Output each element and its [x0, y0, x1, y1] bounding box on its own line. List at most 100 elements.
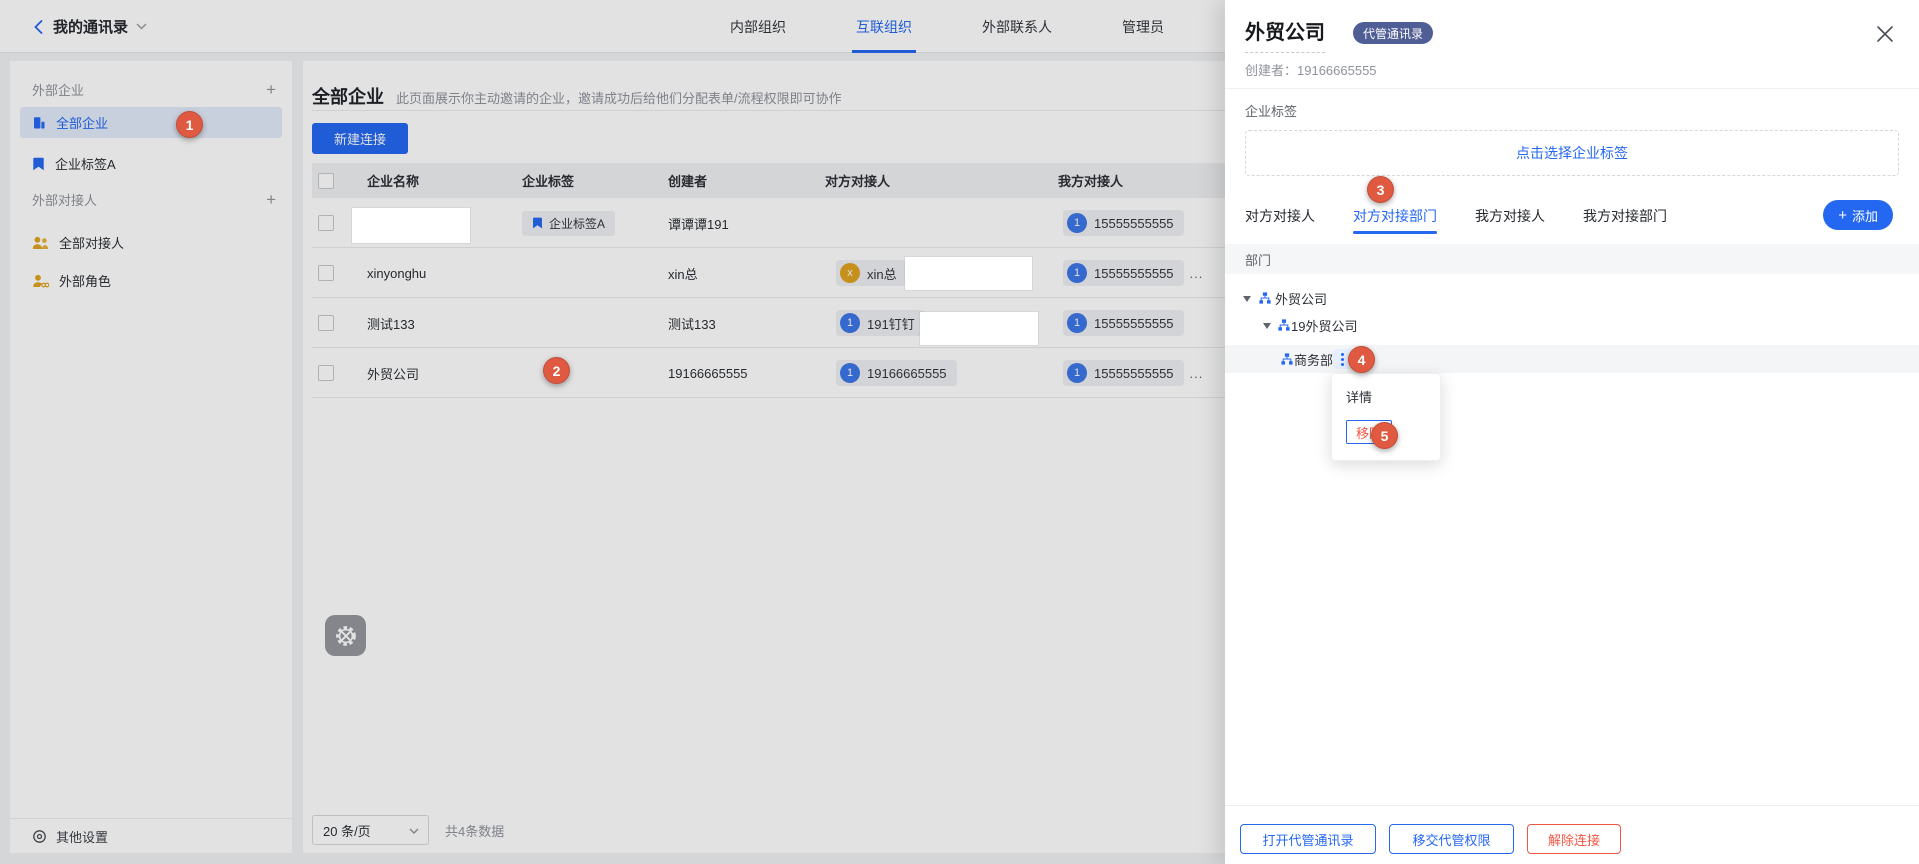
tab-internal-org[interactable]: 内部组织 — [730, 0, 786, 53]
avatar: 1 — [840, 363, 860, 383]
cell-creator: xin总 — [668, 248, 698, 298]
tree-node-selected[interactable]: 商务部 — [1225, 345, 1919, 373]
their-contact-chip: 1191钉钉 — [836, 310, 925, 336]
back-to-contacts[interactable]: 我的通讯录 — [32, 0, 147, 53]
col-our-contact: 我方对接人 — [1058, 163, 1123, 198]
department-icon — [1281, 353, 1293, 365]
collapse-caret-icon[interactable] — [1263, 323, 1271, 329]
tab-connected-org[interactable]: 互联组织 — [856, 0, 912, 53]
add-liaison-icon[interactable]: + — [266, 191, 276, 208]
tree-node-root[interactable]: 外贸公司 — [1225, 284, 1919, 312]
avatar: 1 — [1067, 313, 1087, 333]
sidebar-item-all-enterprises[interactable]: 全部企业 — [20, 107, 282, 138]
department-icon — [1259, 292, 1271, 304]
drawer-tab-bar: 对方对接人 对方对接部门 我方对接人 我方对接部门 — [1245, 198, 1667, 232]
close-icon — [1876, 25, 1894, 43]
person-role-icon — [32, 274, 49, 288]
open-managed-contacts-button[interactable]: 打开代管通讯录 — [1240, 824, 1376, 854]
annotation-badge-2: 2 — [543, 357, 570, 384]
avatar: 1 — [1067, 263, 1087, 283]
menu-item-detail[interactable]: 详情 — [1346, 387, 1372, 406]
page-title: 全部企业 — [312, 83, 384, 109]
sidebar-item-enterprise-tag-a[interactable]: 企业标签A — [20, 148, 282, 179]
table-row: 测试133 测试133 1191钉钉 115555555555 — [312, 298, 1225, 348]
collapse-caret-icon[interactable] — [1243, 296, 1251, 302]
tab-their-departments[interactable]: 对方对接部门 — [1353, 198, 1437, 232]
pagination-bar: 20 条/页 共4条数据 — [312, 815, 504, 845]
annotation-badge-5: 5 — [1371, 422, 1398, 449]
cell-creator: 谭谭谭191 — [668, 198, 729, 248]
close-drawer-button[interactable] — [1873, 22, 1897, 46]
cell-creator: 测试133 — [668, 298, 716, 348]
new-connection-button[interactable]: 新建连接 — [312, 123, 408, 154]
row-checkbox[interactable] — [318, 348, 334, 398]
tab-our-contacts[interactable]: 我方对接人 — [1475, 198, 1545, 232]
cell-enterprise-name[interactable]: 外贸公司 — [367, 348, 419, 398]
our-contact-chip: 115555555555 — [1063, 310, 1184, 336]
bookmark-icon — [532, 217, 543, 229]
active-tab-underline — [852, 50, 916, 53]
select-tag-link[interactable]: 点击选择企业标签 — [1516, 143, 1628, 163]
our-contact-chip: 115555555555 — [1063, 210, 1184, 236]
cell-creator: 19166665555 — [668, 348, 748, 398]
cell-enterprise-name[interactable]: 测试133 — [367, 298, 415, 348]
drawer-title: 外贸公司 — [1245, 16, 1325, 53]
table-row: xinyonghu xin总 xxin总 115555555555... — [312, 248, 1225, 298]
row-checkbox[interactable] — [318, 298, 334, 348]
disconnect-button[interactable]: 解除连接 — [1527, 824, 1621, 854]
total-count-label: 共4条数据 — [445, 821, 504, 840]
divider — [1225, 805, 1919, 806]
more-indicator: ... — [1190, 366, 1204, 381]
add-button[interactable]: +添加 — [1823, 200, 1893, 230]
header-divider — [312, 110, 1225, 111]
tab-admin[interactable]: 管理员 — [1122, 0, 1164, 53]
enterprise-tag-label: 企业标签 — [1245, 101, 1297, 120]
caret-down-icon — [136, 23, 147, 30]
sidebar-section-external-liaison: 外部对接人 + — [10, 190, 292, 208]
creator-line: 创建者：19166665555 — [1245, 60, 1377, 79]
col-creator: 创建者 — [668, 163, 707, 198]
row-checkbox[interactable] — [318, 248, 334, 298]
gear-tools-icon — [333, 623, 359, 649]
sidebar-other-settings[interactable]: 其他设置 — [10, 818, 292, 853]
cell-enterprise-name[interactable]: xinyonghu — [367, 248, 426, 298]
tab-their-contacts[interactable]: 对方对接人 — [1245, 198, 1315, 232]
annotation-badge-3: 3 — [1367, 176, 1394, 203]
avatar: 1 — [1067, 213, 1087, 233]
row-checkbox[interactable] — [318, 198, 334, 248]
widget-settings-button[interactable] — [325, 615, 366, 656]
table-header: 企业名称 企业标签 创建者 对方对接人 我方对接人 — [312, 163, 1225, 198]
sidebar: 外部企业 + 全部企业 企业标签A 外部对接人 + 全部对接人 外部角色 其他设… — [10, 61, 292, 853]
tab-our-departments[interactable]: 我方对接部门 — [1583, 198, 1667, 232]
sidebar-item-all-liaisons[interactable]: 全部对接人 — [20, 227, 282, 258]
our-contact-chip: 115555555555 — [1063, 360, 1184, 386]
transfer-managed-rights-button[interactable]: 移交代管权限 — [1389, 824, 1514, 854]
chevron-down-icon — [409, 828, 419, 834]
redaction-box — [352, 208, 470, 243]
page-size-select[interactable]: 20 条/页 — [312, 815, 429, 845]
our-contact-chip: 115555555555 — [1063, 260, 1184, 286]
enterprise-detail-drawer: 外贸公司 代管通讯录 创建者：19166665555 企业标签 点击选择企业标签… — [1225, 0, 1919, 864]
annotation-badge-1: 1 — [176, 111, 203, 138]
top-tab-bar: 内部组织 互联组织 外部联系人 管理员 — [730, 0, 1164, 53]
avatar: x — [840, 263, 860, 283]
avatar: 1 — [840, 313, 860, 333]
add-enterprise-tag-icon[interactable]: + — [266, 81, 276, 98]
app-window: 我的通讯录 内部组织 互联组织 外部联系人 管理员 外部企业 + 全部企业 企业… — [0, 0, 1919, 864]
redaction-box — [905, 257, 1032, 290]
avatar: 1 — [1067, 363, 1087, 383]
department-list-header: 部门 — [1225, 244, 1919, 274]
sidebar-item-external-roles[interactable]: 外部角色 — [20, 265, 282, 296]
back-title: 我的通讯录 — [53, 16, 128, 37]
select-all-checkbox[interactable] — [318, 163, 334, 198]
managed-contacts-badge: 代管通讯录 — [1353, 22, 1433, 44]
active-tab-underline — [1353, 231, 1437, 234]
department-icon — [1278, 319, 1290, 331]
tab-external-contacts[interactable]: 外部联系人 — [982, 0, 1052, 53]
enterprise-tag-picker[interactable]: 点击选择企业标签 — [1245, 130, 1899, 176]
people-icon — [32, 236, 49, 250]
tree-node-child[interactable]: 19外贸公司 — [1225, 311, 1919, 339]
main-panel: 全部企业 此页面展示你主动邀请的企业，邀请成功后给他们分配表单/流程权限即可协作… — [303, 61, 1225, 853]
redaction-box — [920, 312, 1038, 345]
col-their-contact: 对方对接人 — [825, 163, 890, 198]
